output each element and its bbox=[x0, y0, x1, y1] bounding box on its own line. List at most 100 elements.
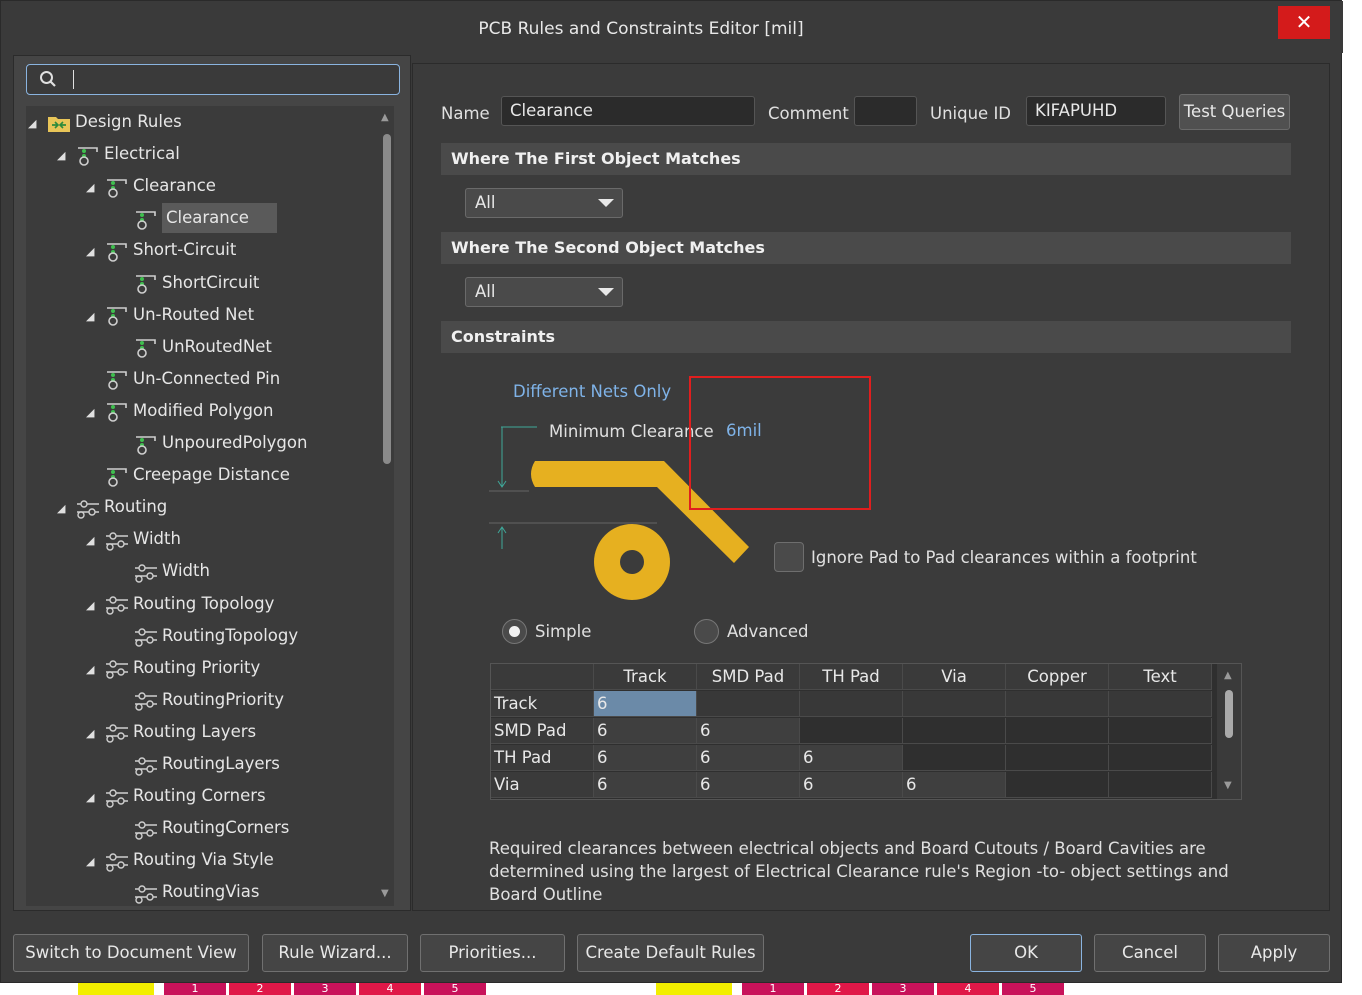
second-match-dropdown[interactable]: All bbox=[465, 277, 623, 307]
close-button[interactable]: ✕ bbox=[1278, 6, 1330, 39]
tree-item[interactable]: ◢ Routing Priority bbox=[86, 653, 260, 683]
matrix-cell[interactable]: 6 bbox=[697, 718, 800, 744]
tree-item[interactable]: Creepage Distance bbox=[104, 460, 290, 490]
tree-item[interactable]: UnpouredPolygon bbox=[133, 428, 307, 458]
tree-item[interactable]: ◢ Clearance bbox=[86, 171, 216, 201]
scroll-up-icon[interactable]: ▲ bbox=[1224, 670, 1232, 681]
expand-toggle-icon[interactable]: ◢ bbox=[86, 783, 94, 813]
tree-item[interactable]: ◢ Width bbox=[86, 524, 181, 554]
layer-tab[interactable]: 3 bbox=[872, 983, 934, 995]
tree-scroll-thumb[interactable] bbox=[383, 134, 391, 464]
first-match-dropdown[interactable]: All bbox=[465, 188, 623, 218]
rule-wizard-button[interactable]: Rule Wizard... bbox=[262, 934, 408, 972]
tree-item[interactable]: ◢ Routing Corners bbox=[86, 781, 266, 811]
cancel-button[interactable]: Cancel bbox=[1094, 934, 1206, 972]
matrix-cell[interactable] bbox=[903, 745, 1006, 771]
tree-scrollbar[interactable]: ▲ ▼ bbox=[380, 108, 394, 906]
matrix-cell[interactable]: 6 bbox=[594, 745, 697, 771]
tree-item[interactable]: ◢ Un-Routed Net bbox=[86, 300, 254, 330]
advanced-radio[interactable] bbox=[694, 619, 719, 644]
matrix-scroll-thumb[interactable] bbox=[1225, 690, 1233, 738]
layer-tab[interactable]: 1 bbox=[742, 983, 804, 995]
expand-toggle-icon[interactable]: ◢ bbox=[86, 302, 94, 332]
ignore-pad-checkbox[interactable] bbox=[774, 542, 804, 572]
apply-button[interactable]: Apply bbox=[1218, 934, 1330, 972]
tree-item[interactable]: Un-Connected Pin bbox=[104, 364, 280, 394]
matrix-cell[interactable] bbox=[903, 691, 1006, 717]
layer-tab[interactable]: 2 bbox=[229, 983, 291, 995]
layer-tab[interactable]: 5 bbox=[424, 983, 486, 995]
matrix-cell[interactable]: 6 bbox=[697, 745, 800, 771]
tree-item[interactable]: RoutingCorners bbox=[133, 813, 289, 843]
layer-tab[interactable]: 3 bbox=[294, 983, 356, 995]
expand-toggle-icon[interactable]: ◢ bbox=[57, 141, 65, 171]
layer-tab[interactable]: 5 bbox=[1002, 983, 1064, 995]
tree-item[interactable]: RoutingLayers bbox=[133, 749, 280, 779]
search-input[interactable] bbox=[26, 64, 400, 95]
matrix-cell[interactable] bbox=[1006, 772, 1109, 798]
switch-view-button[interactable]: Switch to Document View bbox=[13, 934, 249, 972]
comment-field[interactable] bbox=[854, 96, 917, 126]
tree-item[interactable]: ◢ Routing Topology bbox=[86, 589, 274, 619]
expand-toggle-icon[interactable]: ◢ bbox=[86, 719, 94, 749]
matrix-cell[interactable] bbox=[1006, 745, 1109, 771]
unique-id-field[interactable]: KIFAPUHD bbox=[1026, 96, 1166, 126]
matrix-cell[interactable] bbox=[1109, 691, 1212, 717]
tree-item[interactable]: Clearance bbox=[133, 203, 277, 234]
scroll-up-icon[interactable]: ▲ bbox=[381, 112, 389, 123]
matrix-scrollbar[interactable]: ▲ ▼ bbox=[1217, 664, 1241, 799]
net-scope-selector[interactable]: Different Nets Only bbox=[513, 382, 671, 401]
matrix-cell[interactable]: 6 bbox=[594, 772, 697, 798]
layer-tab-current[interactable] bbox=[656, 983, 732, 995]
create-default-rules-button[interactable]: Create Default Rules bbox=[577, 934, 764, 972]
expand-toggle-icon[interactable]: ◢ bbox=[86, 237, 94, 267]
expand-toggle-icon[interactable]: ◢ bbox=[86, 655, 94, 685]
matrix-cell[interactable]: 6 bbox=[800, 745, 903, 771]
name-field[interactable]: Clearance bbox=[501, 96, 755, 126]
matrix-cell[interactable] bbox=[1109, 772, 1212, 798]
matrix-cell[interactable]: 6 bbox=[800, 772, 903, 798]
layer-tab[interactable]: 1 bbox=[164, 983, 226, 995]
expand-toggle-icon[interactable]: ◢ bbox=[86, 398, 94, 428]
tree-item[interactable]: ◢ Routing bbox=[57, 492, 167, 522]
layer-tab[interactable]: 4 bbox=[937, 983, 999, 995]
matrix-cell[interactable] bbox=[903, 718, 1006, 744]
tree-item[interactable]: ◢ Modified Polygon bbox=[86, 396, 273, 426]
tree-item[interactable]: ◢ Electrical bbox=[57, 139, 180, 169]
matrix-cell[interactable] bbox=[1109, 745, 1212, 771]
expand-toggle-icon[interactable]: ◢ bbox=[86, 526, 94, 556]
expand-toggle-icon[interactable]: ◢ bbox=[86, 591, 94, 621]
priorities-button[interactable]: Priorities... bbox=[420, 934, 565, 972]
matrix-cell[interactable]: 6 bbox=[594, 691, 697, 717]
matrix-cell[interactable] bbox=[1006, 718, 1109, 744]
matrix-cell[interactable] bbox=[1006, 691, 1109, 717]
tree-item[interactable]: ◢ Short-Circuit bbox=[86, 235, 236, 265]
tree-item[interactable]: ◢ Design Rules bbox=[28, 107, 182, 137]
tree-item[interactable]: RoutingTopology bbox=[133, 621, 298, 651]
matrix-cell[interactable] bbox=[1109, 718, 1212, 744]
layer-tab[interactable]: 4 bbox=[359, 983, 421, 995]
expand-toggle-icon[interactable]: ◢ bbox=[28, 109, 36, 139]
tree-item[interactable]: UnRoutedNet bbox=[133, 332, 272, 362]
matrix-cell[interactable]: 6 bbox=[594, 718, 697, 744]
matrix-cell[interactable]: 6 bbox=[697, 772, 800, 798]
matrix-cell[interactable] bbox=[800, 718, 903, 744]
matrix-cell[interactable]: 6 bbox=[903, 772, 1006, 798]
test-queries-button[interactable]: Test Queries bbox=[1179, 94, 1290, 130]
tree-item[interactable]: ◢ Routing Layers bbox=[86, 717, 256, 747]
tree-item[interactable]: RoutingVias bbox=[133, 877, 259, 906]
tree-item[interactable]: Width bbox=[133, 556, 210, 586]
tree-item[interactable]: ShortCircuit bbox=[133, 268, 259, 298]
expand-toggle-icon[interactable]: ◢ bbox=[57, 494, 65, 524]
layer-tab[interactable]: 2 bbox=[807, 983, 869, 995]
matrix-cell[interactable] bbox=[800, 691, 903, 717]
scroll-down-icon[interactable]: ▼ bbox=[1224, 780, 1232, 791]
matrix-cell[interactable] bbox=[697, 691, 800, 717]
simple-radio[interactable] bbox=[502, 619, 527, 644]
layer-tab-current[interactable] bbox=[78, 983, 154, 995]
ok-button[interactable]: OK bbox=[970, 934, 1082, 972]
tree-item[interactable]: ◢ Routing Via Style bbox=[86, 845, 274, 875]
expand-toggle-icon[interactable]: ◢ bbox=[86, 173, 94, 203]
tree-item[interactable]: RoutingPriority bbox=[133, 685, 284, 715]
scroll-down-icon[interactable]: ▼ bbox=[381, 888, 389, 899]
